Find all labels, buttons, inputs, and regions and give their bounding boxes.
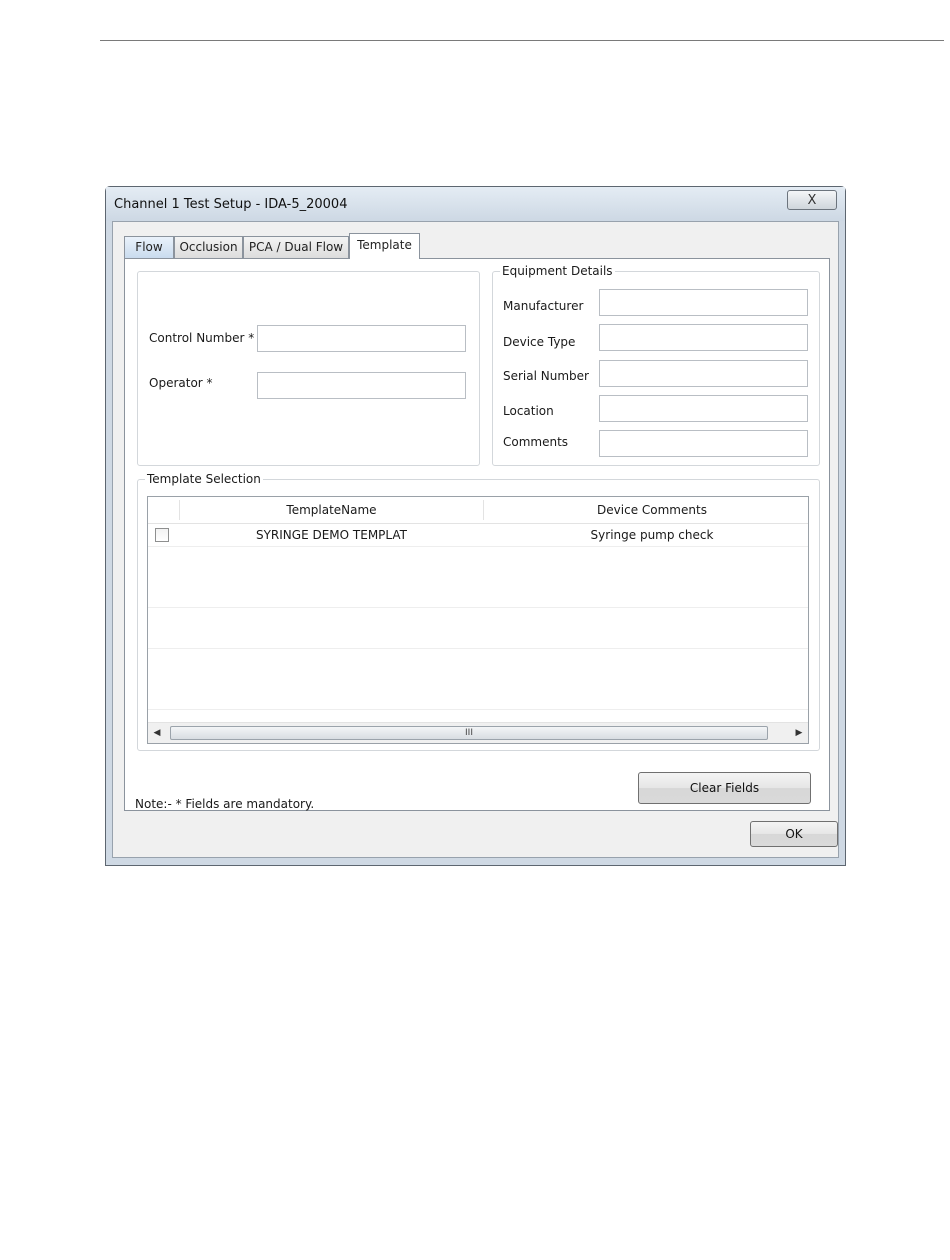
clear-fields-button[interactable]: Clear Fields: [638, 772, 811, 804]
equipment-details-group: Equipment Details Manufacturer Device Ty…: [492, 264, 820, 466]
grid-header: TemplateName Device Comments: [148, 497, 808, 524]
empty-row-line: [148, 648, 808, 649]
control-number-field[interactable]: [257, 325, 466, 352]
grip-icon: III: [465, 728, 473, 738]
title-bar[interactable]: Channel 1 Test Setup - IDA-5_20004 X: [106, 187, 845, 221]
template-name-cell: SYRINGE DEMO TEMPLAT: [255, 528, 407, 542]
device-type-field[interactable]: [599, 324, 808, 351]
location-field[interactable]: [599, 395, 808, 422]
close-button[interactable]: X: [787, 190, 837, 210]
mandatory-note: Note:- * Fields are mandatory.: [135, 797, 315, 811]
operator-field[interactable]: [257, 372, 466, 399]
device-type-label: Device Type: [503, 335, 576, 349]
serial-number-label: Serial Number: [503, 369, 589, 383]
operator-label: Operator *: [149, 376, 213, 390]
scroll-left-icon[interactable]: ◀: [148, 723, 166, 743]
comments-label: Comments: [503, 435, 569, 449]
close-icon: X: [807, 192, 817, 208]
empty-row-line: [148, 607, 808, 608]
tab-template[interactable]: Template: [349, 233, 420, 259]
ok-button[interactable]: OK: [750, 821, 838, 847]
identification-group: Control Number * Operator *: [137, 271, 480, 466]
horizontal-scrollbar[interactable]: ◀ III ▶: [148, 722, 808, 743]
template-selection-group: Template Selection TemplateName Device C…: [137, 472, 820, 751]
dialog-client-area: Flow Occlusion PCA / Dual Flow Template …: [112, 221, 839, 858]
empty-row-line: [148, 709, 808, 710]
tab-pca-dual-flow[interactable]: PCA / Dual Flow: [243, 236, 349, 258]
template-selection-legend: Template Selection: [145, 472, 263, 486]
manufacturer-field[interactable]: [599, 289, 808, 316]
row-select-checkbox[interactable]: [155, 528, 169, 542]
equipment-details-legend: Equipment Details: [500, 264, 615, 278]
template-grid: TemplateName Device Comments SYRINGE DEM…: [147, 496, 809, 744]
page-rule: [100, 40, 944, 41]
column-header-template-name[interactable]: TemplateName: [180, 497, 483, 523]
device-comments-cell: Syringe pump check: [590, 528, 714, 542]
manufacturer-label: Manufacturer: [503, 299, 584, 313]
tab-occlusion[interactable]: Occlusion: [174, 236, 243, 258]
scroll-thumb[interactable]: III: [170, 726, 768, 740]
comments-field[interactable]: [599, 430, 808, 457]
serial-number-field[interactable]: [599, 360, 808, 387]
tab-flow[interactable]: Flow: [124, 236, 174, 258]
location-label: Location: [503, 404, 554, 418]
scroll-right-icon[interactable]: ▶: [790, 723, 808, 743]
template-tab-page: Control Number * Operator * Equipment De…: [124, 258, 830, 811]
column-header-device-comments[interactable]: Device Comments: [484, 497, 808, 523]
control-number-label: Control Number *: [149, 331, 255, 345]
dialog-title: Channel 1 Test Setup - IDA-5_20004: [114, 197, 348, 212]
test-setup-dialog: Channel 1 Test Setup - IDA-5_20004 X Flo…: [105, 186, 846, 866]
table-row[interactable]: SYRINGE DEMO TEMPLAT Syringe pump check: [148, 524, 808, 547]
